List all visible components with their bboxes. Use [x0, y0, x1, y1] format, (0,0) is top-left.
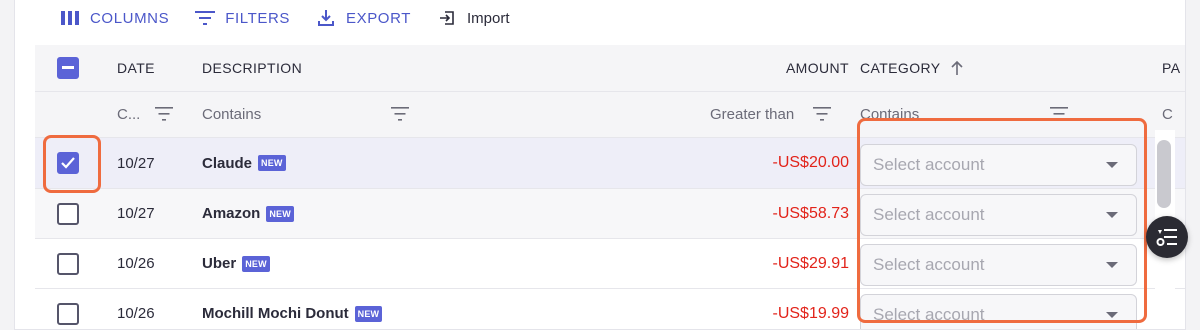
new-badge: NEW	[258, 155, 286, 171]
filter-category-icon[interactable]	[1050, 107, 1068, 126]
transactions-panel: COLUMNS FILTERS EXPORT Import DATE DESCR…	[14, 0, 1186, 330]
new-badge: NEW	[266, 205, 294, 222]
header-date[interactable]: DATE	[117, 45, 155, 91]
row-select-cell	[45, 189, 93, 239]
header-category-label: CATEGORY	[860, 60, 941, 76]
import-icon	[437, 8, 457, 28]
select-all-checkbox[interactable]	[57, 57, 79, 79]
row-description-text: Uber	[202, 255, 237, 272]
dropdown-caret-icon	[1106, 212, 1118, 218]
columns-label: COLUMNS	[90, 9, 170, 27]
filter-date-input[interactable]: C...	[117, 92, 140, 137]
list-settings-icon	[1156, 228, 1178, 246]
category-select[interactable]: Select account	[860, 294, 1137, 329]
export-button[interactable]: EXPORT	[316, 8, 411, 28]
header-amount[interactable]: AMOUNT	[786, 45, 849, 91]
filter-amount-input[interactable]: Greater than	[710, 92, 794, 137]
select-all-cell	[57, 45, 85, 91]
row-amount: -US$58.73	[772, 204, 850, 222]
filter-date-icon[interactable]	[155, 107, 173, 126]
filter-description-input[interactable]: Contains	[202, 92, 261, 137]
grid-filter-row: C... Contains Greater than Contains C	[35, 92, 1185, 138]
category-select[interactable]: Select account	[860, 144, 1137, 186]
row-checkbox[interactable]	[57, 302, 79, 325]
download-icon	[316, 8, 336, 28]
header-category[interactable]: CATEGORY	[860, 45, 964, 91]
row-date: 10/27	[117, 205, 155, 222]
row-date: 10/26	[117, 255, 155, 272]
filter-amount-icon[interactable]	[813, 107, 831, 126]
columns-icon	[60, 8, 80, 28]
category-select-placeholder: Select account	[873, 255, 985, 274]
import-button[interactable]: Import	[437, 8, 510, 28]
export-label: EXPORT	[345, 9, 411, 27]
dropdown-caret-icon	[1106, 162, 1118, 168]
category-select[interactable]: Select account	[860, 194, 1137, 236]
row-select-cell	[57, 289, 85, 329]
new-badge: NEW	[354, 305, 383, 322]
header-next-column[interactable]: PA	[1162, 45, 1180, 91]
import-label: Import	[467, 9, 510, 27]
row-description: Mochill Mochi Donut NEW	[202, 289, 383, 329]
filter-icon	[195, 8, 216, 28]
header-description[interactable]: DESCRIPTION	[202, 45, 302, 91]
row-description: Claude NEW	[202, 138, 286, 188]
grid-toolbar: COLUMNS FILTERS EXPORT Import	[15, 0, 1185, 36]
transactions-grid: DATE DESCRIPTION AMOUNT CATEGORY PA C...…	[35, 45, 1185, 329]
category-select-placeholder: Select account	[873, 305, 985, 324]
row-description: Uber NEW	[202, 239, 270, 288]
filters-label: FILTERS	[225, 9, 290, 27]
filter-description-icon[interactable]	[391, 107, 409, 126]
category-select-placeholder: Select account	[873, 205, 985, 224]
sort-ascending-icon[interactable]	[950, 60, 964, 76]
row-description: Amazon NEW	[202, 189, 294, 238]
row-amount: -US$29.91	[772, 254, 850, 272]
row-checkbox[interactable]	[57, 202, 79, 225]
dropdown-caret-icon	[1106, 312, 1118, 318]
row-description-text: Amazon	[202, 205, 261, 222]
row-amount: -US$19.99	[772, 304, 850, 322]
row-select-cell	[45, 138, 93, 188]
dropdown-caret-icon	[1106, 262, 1118, 268]
row-description-text: Mochill Mochi Donut	[202, 305, 349, 322]
grid-header-row: DATE DESCRIPTION AMOUNT CATEGORY PA	[35, 45, 1185, 92]
vertical-scrollbar-thumb[interactable]	[1157, 140, 1171, 208]
row-checkbox[interactable]	[57, 252, 79, 275]
filter-category-input[interactable]: Contains	[860, 92, 919, 137]
row-date: 10/27	[117, 154, 155, 172]
row-amount: -US$20.00	[772, 154, 850, 171]
new-badge: NEW	[242, 255, 270, 272]
category-select-placeholder: Select account	[873, 155, 985, 174]
filters-button[interactable]: FILTERS	[195, 8, 290, 28]
floating-action-button[interactable]	[1146, 216, 1188, 258]
row-select-cell	[57, 239, 85, 288]
row-date: 10/26	[117, 305, 155, 322]
row-checkbox[interactable]	[57, 152, 79, 174]
row-description-text: Claude	[202, 154, 253, 172]
columns-button[interactable]: COLUMNS	[60, 8, 169, 28]
category-select[interactable]: Select account	[860, 244, 1137, 286]
